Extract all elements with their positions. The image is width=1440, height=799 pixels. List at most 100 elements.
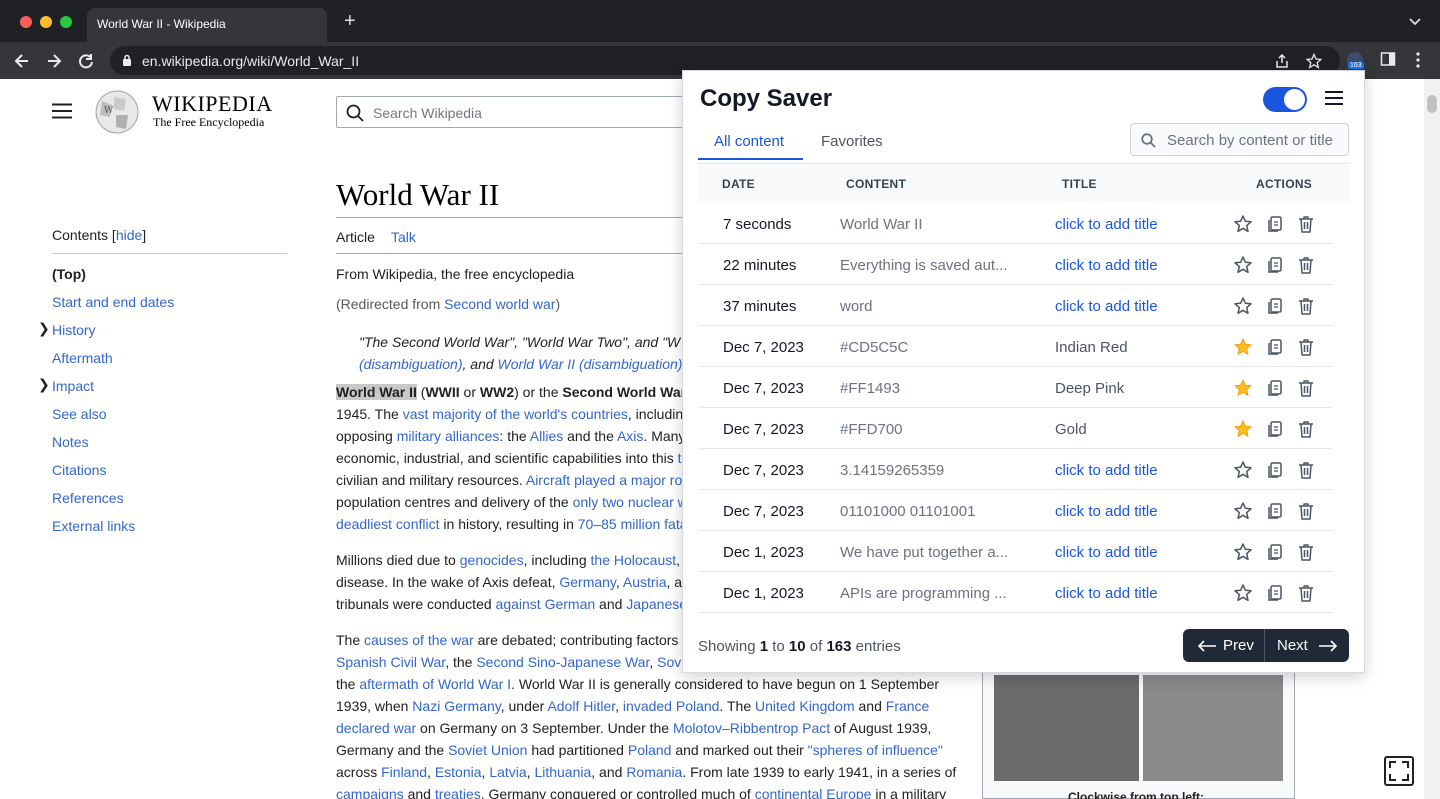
window-minimize-button[interactable] <box>40 16 52 28</box>
trash-icon[interactable] <box>1296 542 1316 562</box>
entry-title[interactable]: Gold <box>1055 421 1087 438</box>
toc-item-impact[interactable]: ❯ Impact <box>38 376 287 406</box>
article-link[interactable]: only two nuclear w <box>573 494 688 510</box>
article-link[interactable]: Axis <box>617 428 643 444</box>
prev-button[interactable]: Prev <box>1183 629 1265 662</box>
article-link[interactable]: United Kingdom <box>755 698 855 714</box>
chevron-right-icon[interactable]: ❯ <box>38 376 50 392</box>
article-link[interactable]: military alliances <box>397 428 500 444</box>
copy-icon[interactable] <box>1265 337 1285 357</box>
star-filled-icon[interactable] <box>1233 378 1253 398</box>
copy-icon[interactable] <box>1265 378 1285 398</box>
content-search-input[interactable]: Search by content or title <box>1130 123 1349 156</box>
entry-title[interactable]: Deep Pink <box>1055 380 1124 397</box>
article-link[interactable]: genocides <box>460 552 524 568</box>
trash-icon[interactable] <box>1296 296 1316 316</box>
star-icon[interactable] <box>1233 296 1253 316</box>
entry-content[interactable]: We have put together a... <box>840 544 1010 561</box>
article-link[interactable]: Adolf Hitler <box>547 698 615 714</box>
hatnote-link[interactable]: (disambiguation) <box>359 356 463 372</box>
toc-hide-link[interactable]: hide <box>116 227 142 243</box>
trash-icon[interactable] <box>1296 214 1316 234</box>
entry-content[interactable]: #FFD700 <box>840 421 1010 438</box>
star-filled-icon[interactable] <box>1233 337 1253 357</box>
article-link[interactable]: Lithuania <box>534 764 591 780</box>
star-filled-icon[interactable] <box>1233 419 1253 439</box>
article-link[interactable]: Germany <box>559 574 616 590</box>
bookmark-star-icon[interactable] <box>1306 53 1322 69</box>
redirect-link[interactable]: Second world war <box>444 296 555 312</box>
article-link[interactable]: Spanish Civil War <box>336 654 445 670</box>
entry-content[interactable]: Everything is saved aut... <box>840 257 1010 274</box>
chevron-right-icon[interactable]: ❯ <box>38 320 50 336</box>
tab-article[interactable]: Article <box>336 229 375 245</box>
star-icon[interactable] <box>1233 501 1253 521</box>
copy-icon[interactable] <box>1265 255 1285 275</box>
article-link[interactable]: Molotov–Ribbentrop Pact <box>673 720 830 736</box>
side-panel-icon[interactable] <box>1380 51 1396 67</box>
tab-talk[interactable]: Talk <box>391 229 416 245</box>
article-link[interactable]: Latvia <box>489 764 526 780</box>
entry-content[interactable]: #CD5C5C <box>840 339 1010 356</box>
entry-title[interactable]: click to add title <box>1055 585 1158 602</box>
reload-icon[interactable] <box>76 51 96 71</box>
article-link[interactable]: vast majority of the world's countries <box>403 406 628 422</box>
star-icon[interactable] <box>1233 214 1253 234</box>
window-close-button[interactable] <box>20 16 32 28</box>
article-link[interactable]: Allies <box>530 428 563 444</box>
entry-title[interactable]: click to add title <box>1055 462 1158 479</box>
toc-item-see-also[interactable]: See also <box>52 406 287 434</box>
entry-title[interactable]: click to add title <box>1055 216 1158 233</box>
share-icon[interactable] <box>1274 53 1290 69</box>
browser-menu-icon[interactable] <box>1412 51 1424 69</box>
tab-search-icon[interactable] <box>1408 14 1422 28</box>
back-icon[interactable] <box>12 51 32 71</box>
toc-item-top[interactable]: (Top) <box>52 266 287 294</box>
copy-icon[interactable] <box>1265 542 1285 562</box>
toc-item-external-links[interactable]: External links <box>52 518 287 546</box>
copy-icon[interactable] <box>1265 296 1285 316</box>
entry-content[interactable]: World War II <box>840 216 1010 233</box>
article-link[interactable]: deadliest conflict <box>336 516 440 532</box>
article-link[interactable]: "spheres of influence" <box>808 742 943 758</box>
entry-title[interactable]: Indian Red <box>1055 339 1128 356</box>
copy-icon[interactable] <box>1265 583 1285 603</box>
hatnote-link[interactable]: World War II (disambiguation) <box>498 356 683 372</box>
article-link[interactable]: aftermath of World War I <box>359 676 511 692</box>
trash-icon[interactable] <box>1296 255 1316 275</box>
trash-icon[interactable] <box>1296 501 1316 521</box>
browser-tab[interactable]: World War II - Wikipedia <box>87 8 327 42</box>
copy-icon[interactable] <box>1265 501 1285 521</box>
article-link[interactable]: t <box>678 450 682 466</box>
toc-item-citations[interactable]: Citations <box>52 462 287 490</box>
next-button[interactable]: Next <box>1266 629 1349 662</box>
new-tab-button[interactable]: + <box>344 11 356 31</box>
entry-content[interactable]: #FF1493 <box>840 380 1010 397</box>
entry-title[interactable]: click to add title <box>1055 503 1158 520</box>
article-link[interactable]: campaigns <box>336 786 404 799</box>
trash-icon[interactable] <box>1296 460 1316 480</box>
page-scrollbar[interactable] <box>1424 79 1440 799</box>
article-link[interactable]: Sov <box>657 654 681 670</box>
main-menu-icon[interactable] <box>52 103 72 119</box>
scrollbar-thumb[interactable] <box>1427 95 1437 113</box>
article-link[interactable]: treaties <box>435 786 481 799</box>
article-link[interactable]: Nazi Germany <box>412 698 500 714</box>
article-link[interactable]: against German <box>496 596 596 612</box>
entry-content[interactable]: word <box>840 298 1010 315</box>
tab-all-content[interactable]: All content <box>714 133 784 150</box>
toc-item-start-and-end-dates[interactable]: Start and end dates <box>52 294 287 322</box>
article-link[interactable]: Poland <box>628 742 672 758</box>
tab-favorites[interactable]: Favorites <box>821 133 883 150</box>
article-link[interactable]: Second Sino-Japanese War <box>476 654 649 670</box>
forward-icon[interactable] <box>44 51 64 71</box>
article-link[interactable]: the Holocaust <box>591 552 677 568</box>
wikipedia-search-input[interactable]: Search Wikipedia <box>336 96 696 128</box>
entry-content[interactable]: 3.14159265359 <box>840 462 1010 479</box>
star-icon[interactable] <box>1233 542 1253 562</box>
article-link[interactable]: Estonia <box>435 764 482 780</box>
article-link[interactable]: Finland <box>381 764 427 780</box>
toc-item-references[interactable]: References <box>52 490 287 518</box>
star-icon[interactable] <box>1233 583 1253 603</box>
lock-icon[interactable] <box>122 54 132 67</box>
